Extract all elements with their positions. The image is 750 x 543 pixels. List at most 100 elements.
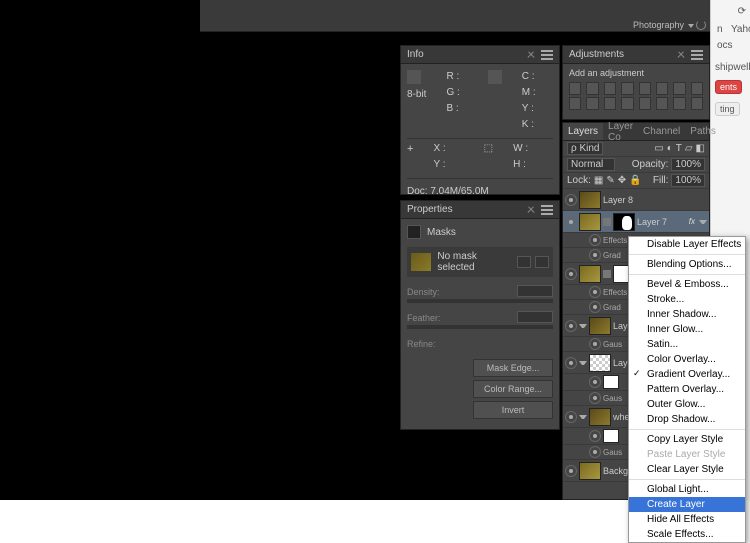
menu-drop-shadow[interactable]: Drop Shadow...	[629, 412, 745, 427]
fx-badge[interactable]: fx	[689, 217, 697, 226]
menu-bevel[interactable]: Bevel & Emboss...	[629, 277, 745, 292]
colorlookup-icon[interactable]	[604, 97, 616, 110]
tab-channels[interactable]: Channel	[638, 123, 685, 140]
menu-color-overlay[interactable]: Color Overlay...	[629, 352, 745, 367]
layer-row[interactable]: Layer 8	[563, 189, 709, 211]
visibility-icon[interactable]	[589, 234, 601, 246]
menu-global-light[interactable]: Global Light...	[629, 482, 745, 497]
photofilter-icon[interactable]	[569, 97, 581, 110]
panel-menu-icon[interactable]	[541, 50, 553, 60]
menu-gradient-overlay[interactable]: Gradient Overlay...	[629, 367, 745, 382]
invert-icon[interactable]	[621, 97, 633, 110]
visibility-icon[interactable]	[565, 465, 577, 477]
menu-hide-all[interactable]: Hide All Effects	[629, 512, 745, 527]
layer-thumb[interactable]	[589, 317, 611, 335]
lock-paint-icon[interactable]: ✎	[606, 175, 614, 186]
filter-shape-icon[interactable]: ▱	[685, 143, 693, 154]
panel-menu-icon[interactable]	[691, 50, 703, 60]
hue-icon[interactable]	[656, 82, 668, 95]
visibility-icon[interactable]	[589, 301, 601, 313]
collapse-icon[interactable]	[675, 49, 686, 60]
browser-button-1[interactable]: ents	[715, 80, 742, 94]
feather-slider[interactable]	[407, 325, 553, 329]
browser-tab-2[interactable]: Yaho	[731, 24, 750, 35]
layer-thumb[interactable]	[579, 213, 601, 231]
menu-satin[interactable]: Satin...	[629, 337, 745, 352]
menu-inner-shadow[interactable]: Inner Shadow...	[629, 307, 745, 322]
adjustments-header[interactable]: Adjustments	[563, 46, 709, 64]
info-panel-header[interactable]: Info	[401, 46, 559, 64]
bw-icon[interactable]	[691, 82, 703, 95]
disclosure-icon[interactable]	[699, 218, 707, 226]
density-value[interactable]	[517, 285, 553, 297]
properties-header[interactable]: Properties	[401, 201, 559, 219]
visibility-icon[interactable]	[565, 411, 577, 423]
visibility-icon[interactable]	[589, 430, 601, 442]
levels-icon[interactable]	[586, 82, 598, 95]
lock-all-icon[interactable]: 🔒	[629, 175, 641, 186]
collapse-icon[interactable]	[525, 49, 536, 60]
disclosure-icon[interactable]	[579, 359, 587, 367]
visibility-icon[interactable]	[589, 338, 601, 350]
brightness-icon[interactable]	[569, 82, 581, 95]
tab-layer-comps[interactable]: Layer Co	[603, 123, 638, 140]
sync-icon[interactable]	[696, 20, 706, 30]
mask-thumb[interactable]	[613, 213, 635, 231]
browser-tab-3[interactable]: ocs	[717, 40, 733, 51]
visibility-icon[interactable]	[565, 194, 577, 206]
menu-scale-effects[interactable]: Scale Effects...	[629, 527, 745, 542]
visibility-icon[interactable]	[589, 249, 601, 261]
filter-pixel-icon[interactable]: ▭	[654, 143, 663, 154]
vector-mask-button[interactable]	[535, 256, 549, 268]
menu-create-layer[interactable]: Create Layer	[629, 497, 745, 512]
filter-type-icon[interactable]: T	[676, 143, 682, 154]
gradientmap-icon[interactable]	[673, 97, 685, 110]
density-slider[interactable]	[407, 299, 553, 303]
opacity-value[interactable]: 100%	[671, 158, 705, 171]
menu-outer-glow[interactable]: Outer Glow...	[629, 397, 745, 412]
blend-mode[interactable]: Normal	[567, 158, 615, 171]
layer-thumb[interactable]	[579, 265, 601, 283]
browser-button-2[interactable]: ting	[715, 102, 740, 116]
tab-paths[interactable]: Paths	[685, 123, 721, 140]
menu-disable-effects[interactable]: Disable Layer Effects	[629, 237, 745, 252]
layer-name[interactable]: Layer 7	[637, 217, 667, 227]
curves-icon[interactable]	[604, 82, 616, 95]
lock-trans-icon[interactable]: ▦	[594, 175, 603, 186]
visibility-icon[interactable]	[589, 376, 601, 388]
posterize-icon[interactable]	[639, 97, 651, 110]
colorbalance-icon[interactable]	[673, 82, 685, 95]
invert-button[interactable]: Invert	[473, 401, 553, 419]
disclosure-icon[interactable]	[579, 413, 587, 421]
color-range-button[interactable]: Color Range...	[473, 380, 553, 398]
filter-adjust-icon[interactable]: ◐	[667, 143, 673, 154]
visibility-icon[interactable]	[565, 268, 577, 280]
tab-layers[interactable]: Layers	[563, 123, 603, 140]
threshold-icon[interactable]	[656, 97, 668, 110]
visibility-icon[interactable]	[589, 446, 601, 458]
fill-value[interactable]: 100%	[671, 174, 705, 187]
lock-pos-icon[interactable]: ✥	[618, 175, 626, 186]
layer-thumb[interactable]	[579, 462, 601, 480]
vibrance-icon[interactable]	[639, 82, 651, 95]
filter-kind[interactable]: ρ Kind	[567, 142, 603, 155]
layer-thumb[interactable]	[579, 191, 601, 209]
menu-blending-options[interactable]: Blending Options...	[629, 257, 745, 272]
menu-stroke[interactable]: Stroke...	[629, 292, 745, 307]
panel-menu-icon[interactable]	[541, 205, 553, 215]
disclosure-icon[interactable]	[579, 322, 587, 330]
visibility-icon[interactable]	[589, 286, 601, 298]
layer-name[interactable]: Backg	[603, 466, 628, 476]
selectivecolor-icon[interactable]	[691, 97, 703, 110]
pixel-mask-button[interactable]	[517, 256, 531, 268]
reload-icon[interactable]: ⟳	[738, 6, 746, 17]
channelmixer-icon[interactable]	[586, 97, 598, 110]
layer-thumb[interactable]	[589, 408, 611, 426]
menu-clear-style[interactable]: Clear Layer Style	[629, 462, 745, 477]
visibility-icon[interactable]	[565, 320, 577, 332]
layer-row-selected[interactable]: Layer 7 fx	[563, 211, 709, 233]
visibility-icon[interactable]	[565, 216, 577, 228]
menu-copy-style[interactable]: Copy Layer Style	[629, 432, 745, 447]
workspace-selector[interactable]: Photography	[633, 20, 694, 30]
exposure-icon[interactable]	[621, 82, 633, 95]
